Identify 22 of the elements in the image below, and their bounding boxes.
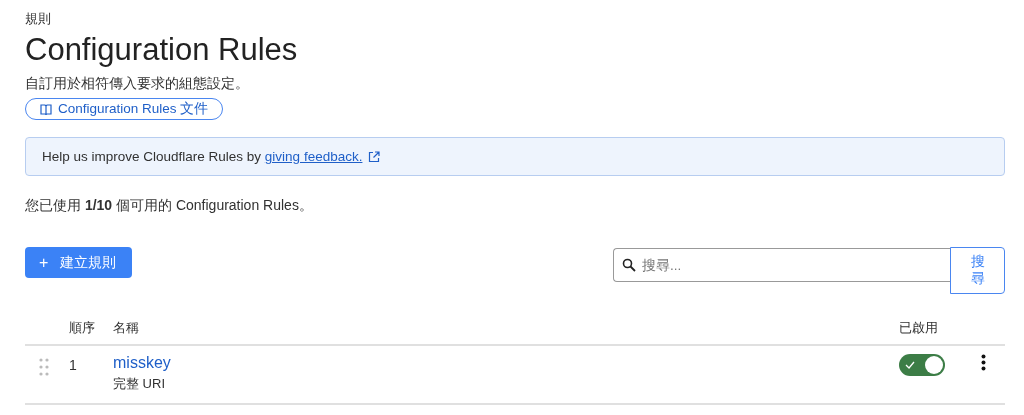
drag-handle-icon[interactable] — [39, 358, 49, 376]
more-options-icon[interactable] — [981, 354, 986, 371]
external-link-icon — [368, 150, 381, 163]
feedback-link[interactable]: giving feedback. — [264, 149, 363, 164]
page-subtitle: 自訂用於相符傳入要求的組態設定。 — [25, 75, 249, 93]
column-header: 順序 — [69, 318, 113, 345]
rule-name-link[interactable]: misskey — [113, 354, 171, 372]
enabled-toggle[interactable] — [899, 354, 945, 376]
column-header: 名稱 — [113, 318, 899, 345]
usage-text: 您已使用 1/10 個可用的 Configuration Rules。 — [25, 197, 313, 215]
page-title: Configuration Rules — [25, 32, 299, 68]
search-field[interactable]: 搜尋... — [613, 248, 950, 282]
book-icon — [40, 103, 52, 115]
rule-detail: 完整 URI — [113, 375, 165, 393]
column-header: 已啟用 — [899, 318, 975, 345]
create-rule-button[interactable]: + 建立規則 — [25, 247, 132, 278]
search-button[interactable]: 搜尋 — [950, 247, 1005, 294]
feedback-message: Help us improve Cloudflare Rules by giving feedback. — [42, 149, 363, 164]
check-icon — [905, 361, 915, 369]
docs-link[interactable]: Configuration Rules 文件 — [25, 98, 224, 120]
breadcrumb: 規則 — [25, 10, 51, 28]
order-number: 1 — [69, 357, 77, 373]
